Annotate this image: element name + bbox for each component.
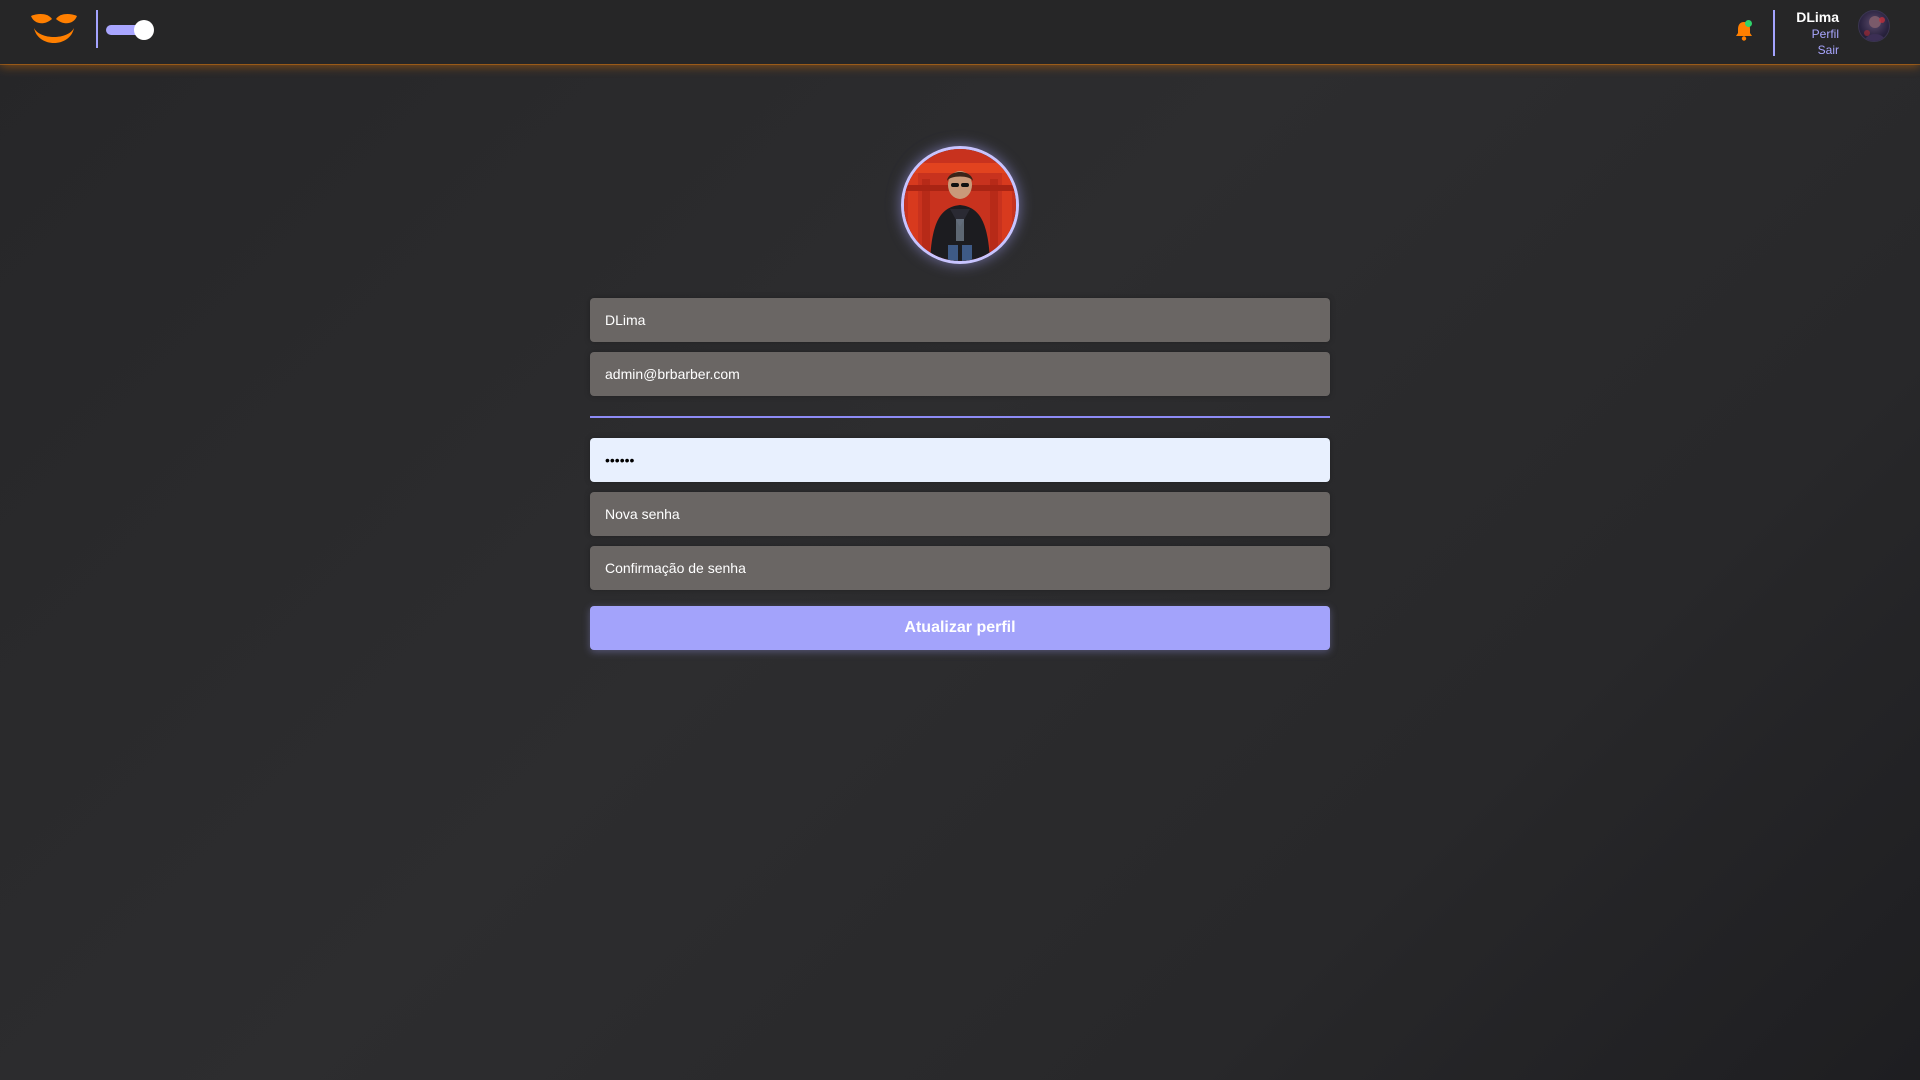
header-divider-right [1773, 10, 1775, 56]
new-password-field[interactable] [590, 492, 1330, 536]
profile-avatar[interactable] [901, 146, 1019, 264]
user-menu: DLima Perfil Sair [1796, 9, 1839, 58]
toggle-knob [134, 20, 154, 40]
profile-link[interactable]: Perfil [1796, 26, 1839, 42]
theme-toggle[interactable] [104, 20, 156, 40]
barber-logo-icon[interactable] [28, 10, 80, 52]
notification-dot [1745, 20, 1752, 27]
header-divider [96, 10, 98, 48]
logout-link[interactable]: Sair [1796, 42, 1839, 58]
top-header: DLima Perfil Sair [0, 0, 1920, 64]
user-name: DLima [1796, 9, 1839, 25]
profile-photo [904, 149, 1016, 261]
confirm-password-field[interactable] [590, 546, 1330, 590]
avatar[interactable] [1858, 10, 1890, 42]
email-field[interactable] [590, 352, 1330, 396]
update-profile-button[interactable]: Atualizar perfil [590, 606, 1330, 650]
name-field[interactable] [590, 298, 1330, 342]
form-divider [590, 416, 1330, 418]
profile-form: Atualizar perfil [590, 298, 1330, 650]
current-password-field[interactable] [590, 438, 1330, 482]
avatar-image [1864, 16, 1886, 41]
